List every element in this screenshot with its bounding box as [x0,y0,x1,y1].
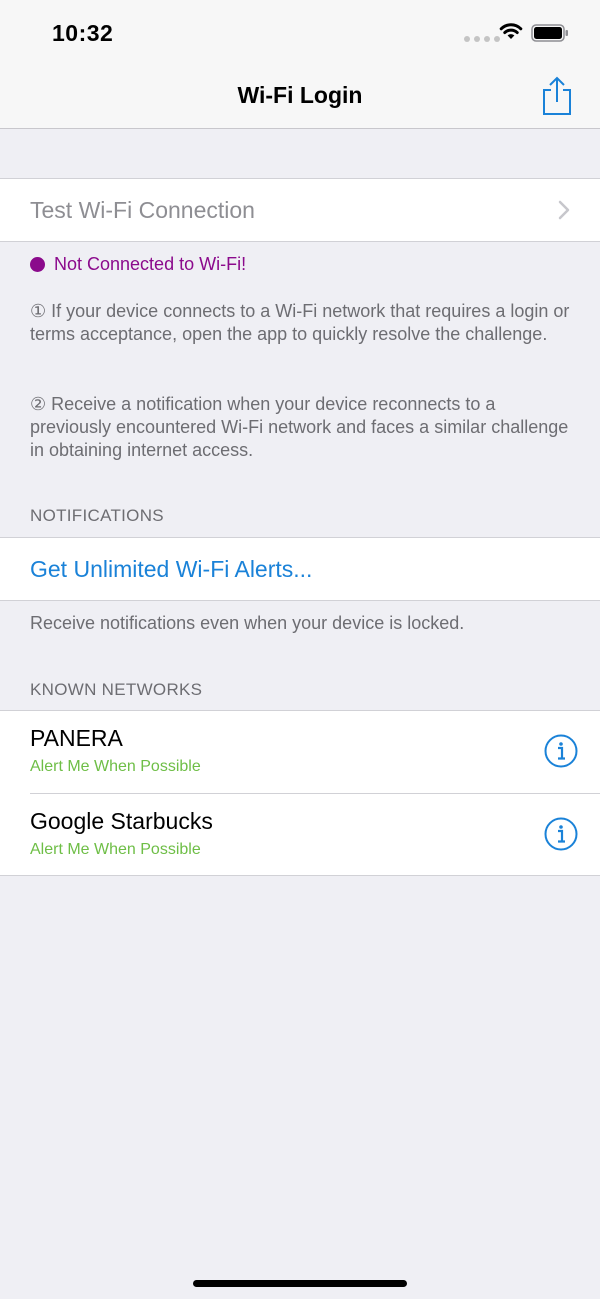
connection-status: Not Connected to Wi-Fi! [30,254,246,275]
network-alert-setting: Alert Me When Possible [30,841,201,858]
test-wifi-connection-label: Test Wi-Fi Connection [30,197,255,223]
network-alert-setting: Alert Me When Possible [30,758,201,775]
known-networks-list: PANERA Alert Me When Possible Google Sta… [0,710,600,876]
info-paragraph-1: ① If your device connects to a Wi-Fi net… [30,301,570,344]
known-networks-section-header: KNOWN NETWORKS [30,680,203,699]
wifi-icon [499,23,523,39]
info-icon[interactable] [544,734,578,768]
cellular-signal-icon [464,36,500,42]
network-row[interactable]: Google Starbucks Alert Me When Possible [30,793,600,875]
battery-icon [531,24,568,42]
status-dot [30,257,45,272]
chevron-right-icon [558,200,570,220]
page-title: Wi-Fi Login [237,82,363,108]
notifications-footer: Receive notifications even when your dev… [30,613,465,633]
notifications-section-header: NOTIFICATIONS [30,506,164,525]
get-unlimited-alerts-cell[interactable]: Get Unlimited Wi-Fi Alerts... [0,537,600,601]
status-bar: 10:32 [0,0,600,64]
network-row[interactable]: PANERA Alert Me When Possible [0,711,600,793]
home-indicator[interactable] [193,1280,407,1287]
network-name: Google Starbucks [30,808,213,834]
share-icon[interactable] [538,74,576,118]
status-time: 10:32 [52,20,114,46]
network-name: PANERA [30,725,123,751]
navigation-bar: Wi-Fi Login [0,64,600,129]
info-icon[interactable] [544,817,578,851]
info-paragraph-2: ② Receive a notification when your devic… [30,394,569,460]
connection-status-text: Not Connected to Wi-Fi! [54,254,247,274]
test-wifi-connection-cell[interactable]: Test Wi-Fi Connection [0,178,600,242]
get-unlimited-alerts-label: Get Unlimited Wi-Fi Alerts... [30,556,313,582]
